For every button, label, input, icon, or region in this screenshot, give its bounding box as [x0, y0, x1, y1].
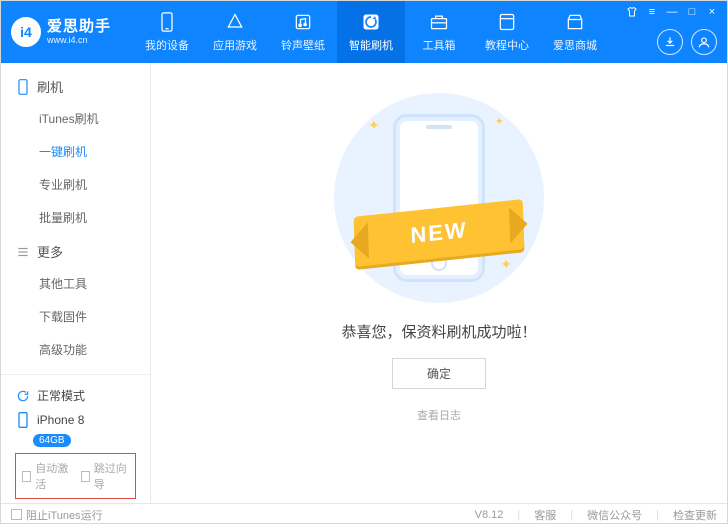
success-illustration: ✦ ✦ ✦ ✦ NEW	[334, 93, 544, 303]
store-icon	[564, 11, 586, 33]
sidebar-item-itunes-flash[interactable]: iTunes刷机	[1, 102, 150, 135]
sidebar-item-other-tools[interactable]: 其他工具	[1, 267, 150, 300]
sidebar-item-batch-flash[interactable]: 批量刷机	[1, 201, 150, 234]
sidebar-item-pro-flash[interactable]: 专业刷机	[1, 168, 150, 201]
sync-icon	[15, 388, 31, 404]
update-link[interactable]: 检查更新	[673, 507, 717, 523]
sidebar-section-flash: 刷机	[1, 69, 150, 102]
device-mode[interactable]: 正常模式	[11, 383, 140, 408]
nav-ringtone-wallpaper[interactable]: 铃声壁纸	[269, 1, 337, 63]
checkbox-skip-setup[interactable]: 跳过向导	[81, 460, 130, 492]
connected-device[interactable]: iPhone 8	[11, 408, 140, 432]
checkbox-block-itunes[interactable]: 阻止iTunes运行	[11, 507, 103, 523]
sidebar-item-advanced[interactable]: 高级功能	[1, 333, 150, 366]
maximize-button[interactable]: □	[685, 5, 699, 19]
options-highlight-box: 自动激活 跳过向导	[15, 453, 136, 499]
nav-label: 智能刷机	[349, 37, 393, 53]
app-subtitle: www.i4.cn	[47, 36, 111, 45]
nav-label: 铃声壁纸	[281, 37, 325, 53]
section-title: 刷机	[37, 77, 63, 96]
music-icon	[292, 11, 314, 33]
nav-label: 应用游戏	[213, 37, 257, 53]
checkbox-box	[81, 471, 90, 482]
checkbox-box	[11, 509, 22, 520]
phone-small-icon	[15, 412, 31, 428]
nav-label: 工具箱	[423, 37, 456, 53]
nav-apps-games[interactable]: 应用游戏	[201, 1, 269, 63]
checkbox-box	[22, 471, 31, 482]
main-content: ✦ ✦ ✦ ✦ NEW 恭喜您，保资料刷机成功啦！ 确定 查看日志	[151, 63, 727, 503]
sparkle-icon: ✦	[500, 256, 512, 273]
wechat-link[interactable]: 微信公众号	[587, 507, 642, 523]
sidebar-bottom: 正常模式 iPhone 8 64GB 自动激活 跳过向导	[1, 374, 150, 503]
checkbox-auto-activate[interactable]: 自动激活	[22, 460, 71, 492]
device-icon	[15, 79, 31, 95]
ok-button[interactable]: 确定	[392, 358, 486, 389]
app-header: i4 爱思助手 www.i4.cn 我的设备 应用游戏 铃声壁纸	[1, 1, 727, 63]
nav-label: 我的设备	[145, 37, 189, 53]
new-ribbon: NEW	[354, 199, 525, 267]
nav-toolbox[interactable]: 工具箱	[405, 1, 473, 63]
checkbox-label: 阻止iTunes运行	[26, 507, 103, 523]
app-icon	[224, 11, 246, 33]
nav-store[interactable]: 爱思商城	[541, 1, 609, 63]
version-label: V8.12	[475, 509, 504, 521]
sidebar: 刷机 iTunes刷机 一键刷机 专业刷机 批量刷机 更多 其他工具 下载固件 …	[1, 63, 151, 503]
toolbox-icon	[428, 11, 450, 33]
logo-badge: i4	[11, 17, 41, 47]
phone-icon	[156, 11, 178, 33]
view-log-link[interactable]: 查看日志	[417, 407, 461, 423]
skin-button[interactable]	[625, 5, 639, 19]
sidebar-item-download-firmware[interactable]: 下载固件	[1, 300, 150, 333]
top-nav: 我的设备 应用游戏 铃声壁纸 智能刷机 工具箱	[133, 1, 609, 63]
book-icon	[496, 11, 518, 33]
section-title: 更多	[37, 242, 63, 261]
divider: |	[517, 509, 520, 521]
nav-label: 爱思商城	[553, 37, 597, 53]
checkbox-label: 跳过向导	[94, 460, 129, 492]
download-button[interactable]	[657, 29, 683, 55]
app-title: 爱思助手	[47, 19, 111, 34]
sparkle-icon: ✦	[495, 115, 504, 128]
nav-tutorials[interactable]: 教程中心	[473, 1, 541, 63]
sidebar-section-more: 更多	[1, 234, 150, 267]
mode-label: 正常模式	[37, 387, 85, 404]
device-name: iPhone 8	[37, 413, 84, 427]
status-bar: 阻止iTunes运行 V8.12 | 客服 | 微信公众号 | 检查更新	[1, 503, 727, 525]
success-message: 恭喜您，保资料刷机成功啦！	[341, 321, 536, 342]
sidebar-item-oneclick-flash[interactable]: 一键刷机	[1, 135, 150, 168]
support-link[interactable]: 客服	[534, 507, 556, 523]
divider: |	[656, 509, 659, 521]
app-logo: i4 爱思助手 www.i4.cn	[11, 17, 133, 47]
divider: |	[570, 509, 573, 521]
nav-label: 教程中心	[485, 37, 529, 53]
close-button[interactable]: ×	[705, 5, 719, 19]
window-controls: ≡ — □ ×	[625, 5, 719, 19]
storage-badge: 64GB	[33, 434, 71, 447]
nav-smart-flash[interactable]: 智能刷机	[337, 1, 405, 63]
nav-my-device[interactable]: 我的设备	[133, 1, 201, 63]
checkbox-label: 自动激活	[35, 460, 70, 492]
sparkle-icon: ✦	[368, 117, 380, 134]
menu-button[interactable]: ≡	[645, 5, 659, 19]
minimize-button[interactable]: —	[665, 5, 679, 19]
header-actions	[657, 29, 717, 55]
list-icon	[15, 244, 31, 260]
refresh-icon	[360, 11, 382, 33]
account-button[interactable]	[691, 29, 717, 55]
